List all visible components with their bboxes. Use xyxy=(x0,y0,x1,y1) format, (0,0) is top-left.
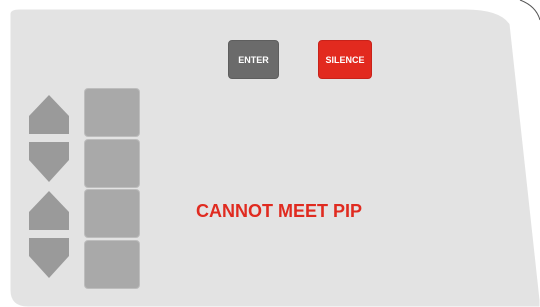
soft-key-4[interactable] xyxy=(84,240,140,289)
alarm-message: CANNOT MEET PIP xyxy=(196,201,363,221)
enter-button-label: ENTER xyxy=(238,54,269,65)
enter-button[interactable]: ENTER xyxy=(228,40,279,79)
up-arrow-icon[interactable] xyxy=(27,188,71,232)
down-arrow-icon[interactable] xyxy=(27,140,71,184)
up-arrow-icon[interactable] xyxy=(27,92,71,136)
down-arrow-icon[interactable] xyxy=(27,236,71,280)
soft-key-1[interactable] xyxy=(84,88,140,137)
ventilator-panel: ENTER SILENCE CANNOT MEET PIP xyxy=(0,0,540,307)
soft-key-2[interactable] xyxy=(84,139,140,188)
silence-button[interactable]: SILENCE xyxy=(318,40,372,79)
soft-key-3[interactable] xyxy=(84,189,140,238)
panel-edge-line xyxy=(519,0,540,21)
silence-button-label: SILENCE xyxy=(325,54,365,65)
